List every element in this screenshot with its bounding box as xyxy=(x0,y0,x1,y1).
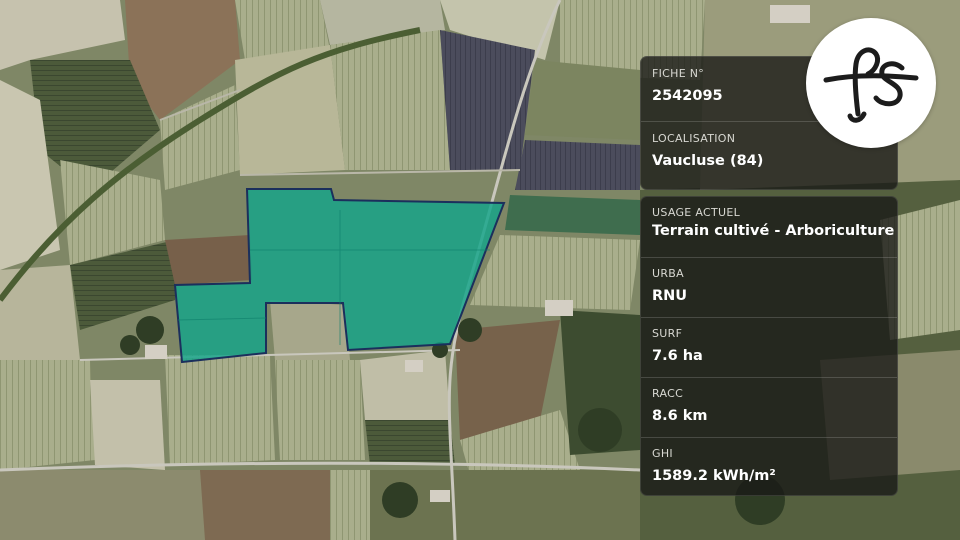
racc-value: 8.6 km xyxy=(652,408,708,424)
field-racc: RACC 8.6 km xyxy=(641,377,897,437)
fs-monogram-logo xyxy=(806,18,936,148)
surf-value: 7.6 ha xyxy=(652,348,703,364)
ghi-label: GHI xyxy=(652,447,673,460)
field-ghi: GHI 1589.2 kWh/m² xyxy=(641,437,897,495)
localisation-value: Vaucluse (84) xyxy=(652,153,764,169)
field-usage: USAGE ACTUEL Terrain cultivé - Arboricul… xyxy=(641,197,897,257)
info-panel-details: USAGE ACTUEL Terrain cultivé - Arboricul… xyxy=(640,196,898,496)
surf-label: SURF xyxy=(652,327,683,340)
fs-monogram-logo-icon xyxy=(823,47,919,123)
usage-value: Terrain cultivé - Arboriculture xyxy=(652,223,895,239)
urba-label: URBA xyxy=(652,267,684,280)
urba-value: RNU xyxy=(652,288,688,304)
ghi-value: 1589.2 kWh/m² xyxy=(652,468,776,484)
racc-label: RACC xyxy=(652,387,684,400)
field-surf: SURF 7.6 ha xyxy=(641,317,897,377)
field-urba: URBA RNU xyxy=(641,257,897,317)
usage-label: USAGE ACTUEL xyxy=(652,206,741,219)
